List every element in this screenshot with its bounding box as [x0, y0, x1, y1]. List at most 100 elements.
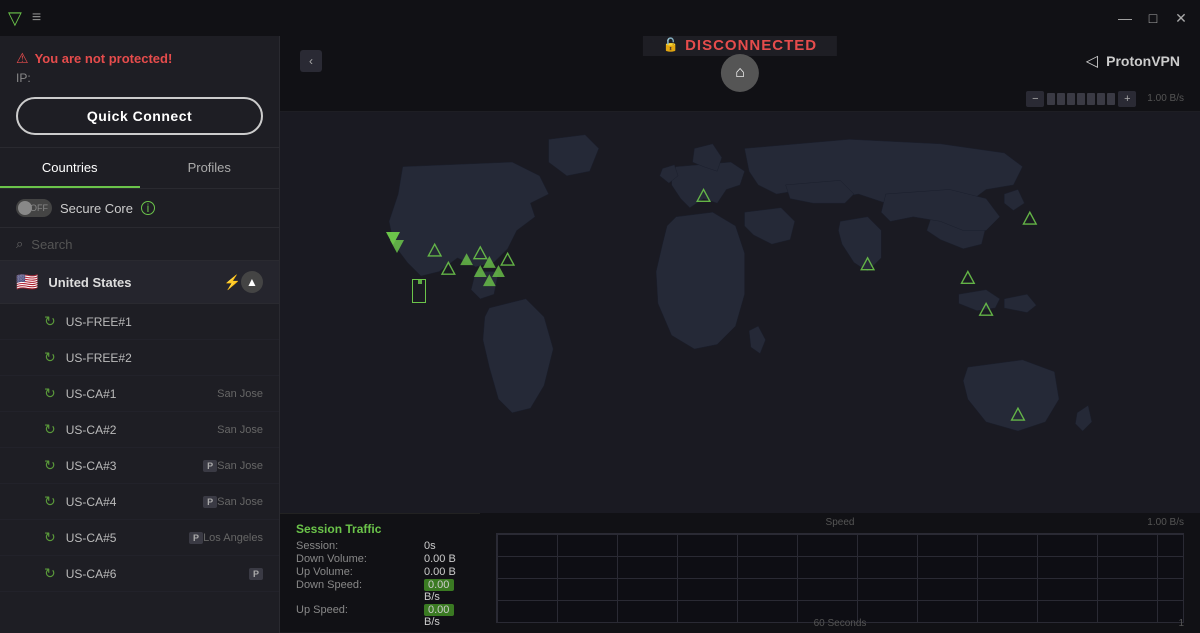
protection-text: You are not protected!: [35, 51, 173, 66]
stats-grid: Session: 0s Down Volume: 0.00 B Up Volum…: [296, 540, 464, 628]
plus-badge-4: P: [203, 496, 217, 508]
brand-icon: ◁: [1086, 51, 1098, 71]
speed-minus-button[interactable]: −: [1026, 91, 1044, 107]
vpn-m1: [386, 232, 400, 245]
server-name-usca6: US-CA#6: [66, 567, 245, 581]
server-icon-2: ↻: [44, 349, 56, 366]
lock-icon: 🔓: [663, 37, 679, 53]
up-vol-value: 0.00 B: [424, 566, 464, 578]
stats-title: Session Traffic: [296, 522, 464, 536]
plus-badge-5: P: [189, 532, 203, 544]
us-flag-icon: 🇺🇸: [16, 272, 38, 293]
down-speed-green: 0.00: [424, 579, 454, 591]
country-chevron-us[interactable]: ▲: [241, 271, 263, 293]
stats-panel: Session Traffic Session: 0s Down Volume:…: [280, 513, 480, 632]
disconnected-text: DISCONNECTED: [685, 37, 817, 54]
server-name-usfree2: US-FREE#2: [66, 351, 263, 365]
server-location-usca2: San Jose: [217, 424, 263, 436]
session-label: Session:: [296, 540, 416, 552]
maximize-button[interactable]: □: [1142, 7, 1164, 29]
tab-countries[interactable]: Countries: [0, 148, 140, 188]
server-icon-6: ↻: [44, 493, 56, 510]
server-name-usca3: US-CA#3: [66, 459, 199, 473]
minimize-button[interactable]: —: [1114, 7, 1136, 29]
graph-time-label: 60 Seconds: [814, 618, 867, 629]
server-item-usca4[interactable]: ↻ US-CA#4 P San Jose: [0, 484, 279, 520]
quick-connect-button[interactable]: Quick Connect: [16, 97, 263, 135]
server-icon-5: ↻: [44, 457, 56, 474]
search-input[interactable]: [31, 237, 263, 252]
brand-name: ProtonVPN: [1106, 53, 1180, 69]
server-name-usca2: US-CA#2: [66, 423, 217, 437]
speed-seg-6: [1097, 93, 1105, 105]
tabs: Countries Profiles: [0, 148, 279, 189]
server-icon-3: ↻: [44, 385, 56, 402]
connection-status: 🔓 DISCONNECTED ⌂: [643, 36, 837, 92]
speed-seg-7: [1107, 93, 1115, 105]
markers-svg: [280, 112, 1200, 513]
server-name-usca4: US-CA#4: [66, 495, 199, 509]
info-icon[interactable]: i: [141, 201, 155, 215]
toggle-label: OFF: [30, 203, 48, 213]
speed-scale: − + 1.00 B/s: [1026, 91, 1184, 107]
server-location-usca4: San Jose: [217, 496, 263, 508]
speed-bars: [1047, 93, 1115, 105]
protonvpn-brand: ◁ ProtonVPN: [1086, 51, 1180, 71]
secure-core-toggle[interactable]: OFF: [16, 199, 52, 217]
ip-row: IP:: [16, 71, 263, 85]
server-name-usca5: US-CA#5: [66, 531, 185, 545]
titlebar: ▽ ≡ — □ ✕: [0, 0, 1200, 36]
server-location-usca1: San Jose: [217, 388, 263, 400]
close-button[interactable]: ✕: [1170, 7, 1192, 29]
panel-header: ‹ 🔓 DISCONNECTED ⌂ ◁ ProtonVPN: [280, 36, 1200, 86]
down-speed-value: 0.00 B/s: [424, 579, 464, 603]
server-icon-4: ↻: [44, 421, 56, 438]
search-row: ⌕: [0, 228, 279, 261]
speed-seg-3: [1067, 93, 1075, 105]
up-speed-label: Up Speed:: [296, 604, 416, 628]
country-list: 🇺🇸 United States ⚡ ▲ ↻ US-FREE#1 ↻ US-FR…: [0, 261, 279, 633]
tab-profiles[interactable]: Profiles: [140, 148, 280, 188]
server-item-usca3[interactable]: ↻ US-CA#3 P San Jose: [0, 448, 279, 484]
vpn-m2: [413, 280, 425, 302]
speed-seg-4: [1077, 93, 1085, 105]
titlebar-left: ▽ ≡: [8, 8, 41, 29]
sidebar-top: ⚠ You are not protected! IP: Quick Conne…: [0, 36, 279, 148]
server-item-usfree1[interactable]: ↻ US-FREE#1: [0, 304, 279, 340]
warning-icon: ⚠: [16, 50, 29, 67]
server-item-usca2[interactable]: ↻ US-CA#2 San Jose: [0, 412, 279, 448]
server-item-usca1[interactable]: ↻ US-CA#1 San Jose: [0, 376, 279, 412]
up-speed-value: 0.00 B/s: [424, 604, 464, 628]
down-vol-label: Down Volume:: [296, 553, 416, 565]
speed-plus-button[interactable]: +: [1118, 91, 1136, 107]
home-button[interactable]: ⌂: [721, 54, 759, 92]
graph-speed-label: Speed: [826, 517, 855, 528]
down-vol-value: 0.00 B: [424, 553, 464, 565]
speed-seg-2: [1057, 93, 1065, 105]
server-name-usfree1: US-FREE#1: [66, 315, 263, 329]
stats-left-col: Session Traffic Session: 0s Down Volume:…: [280, 513, 480, 633]
graph-grid: [496, 533, 1184, 623]
server-icon-7: ↻: [44, 529, 56, 546]
collapse-button[interactable]: ‹: [300, 50, 322, 72]
session-value: 0s: [424, 540, 464, 552]
sidebar: ⚠ You are not protected! IP: Quick Conne…: [0, 36, 280, 633]
main-layout: ⚠ You are not protected! IP: Quick Conne…: [0, 36, 1200, 633]
graph-bottom-right: 1: [1178, 618, 1184, 629]
proton-logo-icon: ▽: [8, 8, 22, 29]
graph-area: Speed 1.00 B/s 60 Seconds 1: [480, 513, 1200, 633]
secure-core-label: Secure Core: [60, 201, 133, 216]
server-location-usca3: San Jose: [217, 460, 263, 472]
plus-badge-3: P: [203, 460, 217, 472]
server-item-usfree2[interactable]: ↻ US-FREE#2: [0, 340, 279, 376]
menu-icon[interactable]: ≡: [32, 9, 41, 27]
plus-badge-6: P: [249, 568, 263, 580]
server-icon: ↻: [44, 313, 56, 330]
speed-seg-5: [1087, 93, 1095, 105]
server-item-usca6[interactable]: ↻ US-CA#6 P: [0, 556, 279, 592]
lightning-icon: ⚡: [224, 274, 241, 291]
server-item-usca5[interactable]: ↻ US-CA#5 P Los Angeles: [0, 520, 279, 556]
country-item-us[interactable]: 🇺🇸 United States ⚡ ▲: [0, 261, 279, 304]
server-icon-8: ↻: [44, 565, 56, 582]
country-name-us: United States: [48, 275, 217, 290]
